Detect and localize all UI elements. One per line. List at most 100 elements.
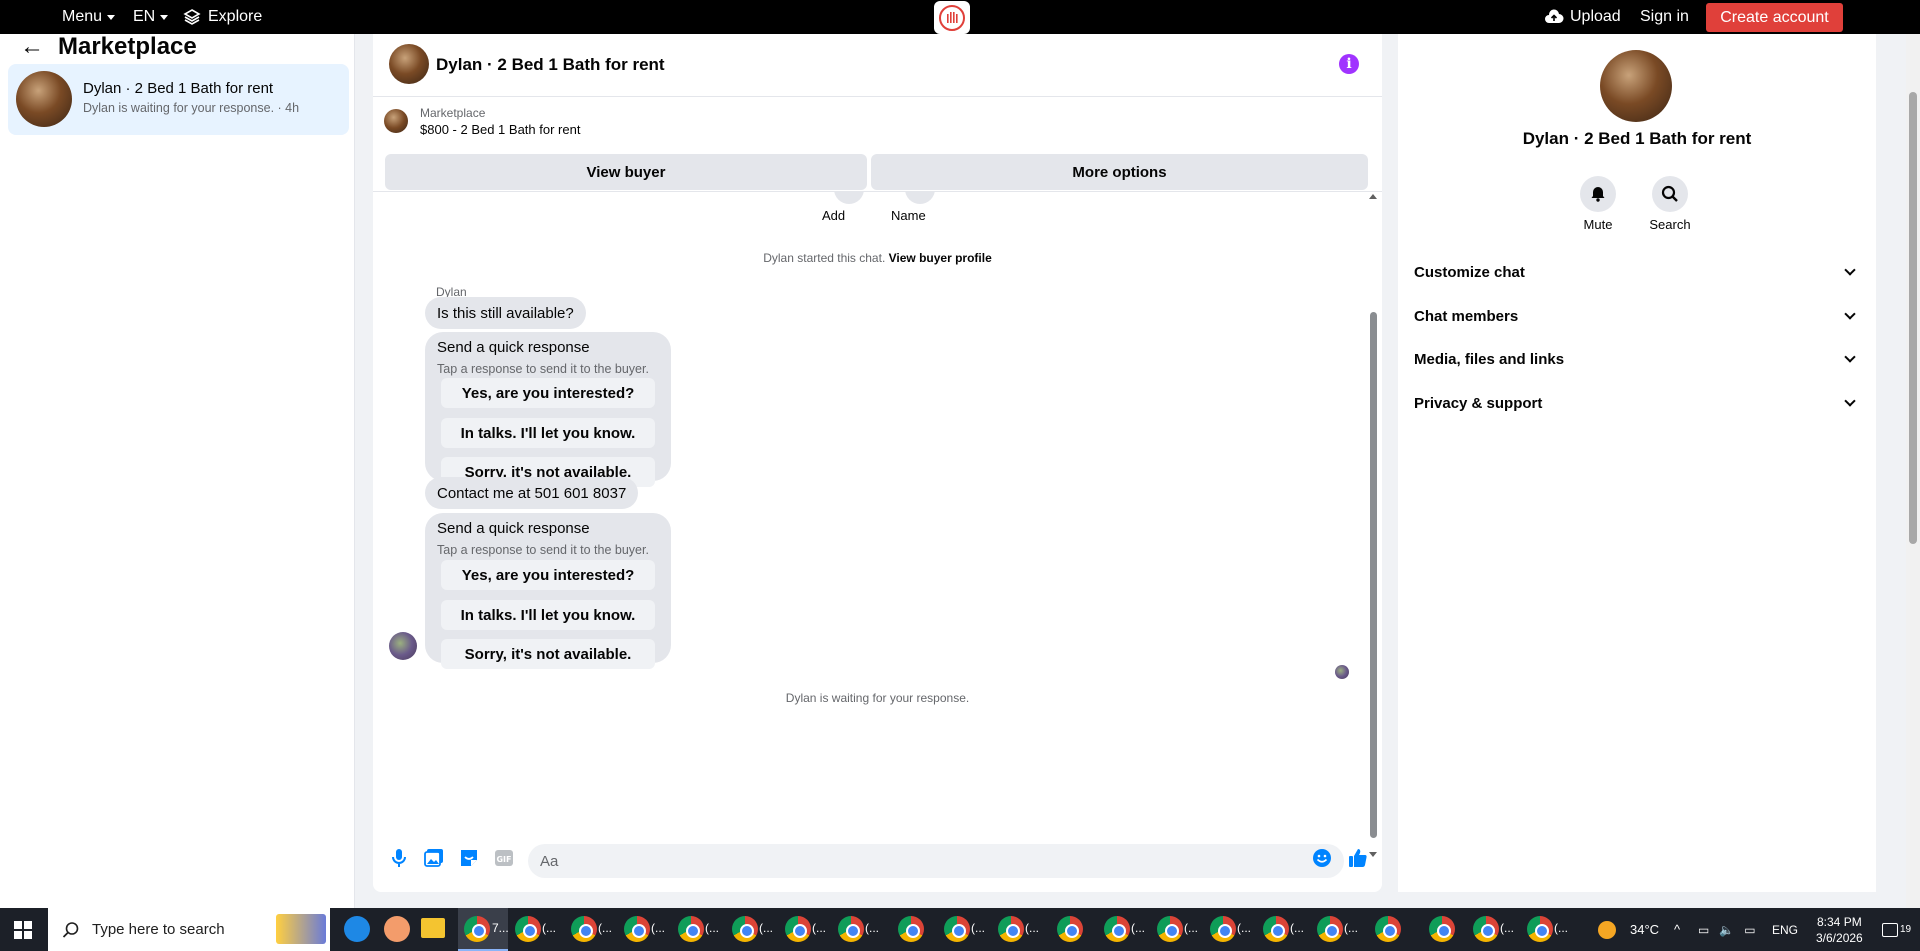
windows-start-button[interactable] — [0, 908, 46, 951]
chrome-icon[interactable] — [998, 916, 1024, 942]
privacy-support-section[interactable]: Privacy & support — [1414, 385, 1860, 421]
tray-chevron-up-icon[interactable]: ^ — [1674, 908, 1680, 951]
create-account-button[interactable]: Create account — [1706, 3, 1843, 32]
taskbar-app-label: (... — [1290, 921, 1304, 935]
menu-dropdown[interactable]: Menu — [62, 0, 116, 34]
add-label: Add — [822, 208, 846, 223]
chevron-down-icon — [160, 14, 169, 20]
section-label: Chat members — [1414, 307, 1519, 325]
thumbs-up-icon[interactable] — [1346, 846, 1370, 870]
edit-name-icon[interactable] — [905, 192, 935, 204]
sticker-icon[interactable] — [457, 846, 481, 870]
more-options-button[interactable]: More options — [871, 154, 1368, 190]
chat-title[interactable]: Dylan · 2 Bed 1 Bath for rent — [436, 55, 665, 75]
message-input[interactable] — [528, 844, 1344, 878]
chrome-icon[interactable] — [1157, 916, 1183, 942]
listing-thumbnail[interactable] — [384, 109, 408, 133]
add-person-icon[interactable] — [834, 192, 864, 204]
chrome-icon[interactable] — [785, 916, 811, 942]
site-logo[interactable] — [934, 1, 970, 34]
chrome-icon[interactable] — [1375, 916, 1401, 942]
chevron-down-icon — [1844, 264, 1856, 276]
taskbar-app-label: 7... — [492, 921, 509, 935]
view-buyer-profile-link[interactable]: View buyer profile — [889, 251, 992, 265]
chrome-icon[interactable] — [1057, 916, 1083, 942]
chrome-icon[interactable] — [571, 916, 597, 942]
input-language[interactable]: ENG — [1772, 908, 1798, 951]
conversation-item[interactable]: Dylan · 2 Bed 1 Bath for rent Dylan is w… — [8, 64, 349, 135]
chrome-icon[interactable] — [838, 916, 864, 942]
chrome-icon[interactable] — [624, 916, 650, 942]
photo-icon[interactable] — [422, 846, 446, 870]
chrome-icon[interactable] — [1429, 916, 1455, 942]
sign-in-link[interactable]: Sign in — [1640, 0, 1689, 34]
chrome-icon — [464, 916, 490, 942]
quick-response-option[interactable]: Yes, are you interested? — [441, 560, 655, 590]
listing-description[interactable]: $800 - 2 Bed 1 Bath for rent — [420, 122, 580, 137]
edge-browser-icon[interactable] — [344, 916, 370, 942]
language-label: EN — [133, 8, 156, 25]
clock[interactable]: 8:34 PM 3/6/2026 — [1816, 908, 1863, 951]
clock-time: 8:34 PM — [1817, 914, 1862, 929]
chrome-icon[interactable] — [1527, 916, 1553, 942]
tray-system-icons[interactable]: ▭ 🔈 ▭ — [1698, 908, 1756, 951]
taskbar-app-label: (... — [651, 921, 665, 935]
back-arrow-icon[interactable]: ← — [20, 35, 44, 59]
chat-scrollbar[interactable] — [1368, 194, 1378, 864]
notifications-button[interactable]: 19 — [1882, 908, 1911, 951]
sender-avatar[interactable] — [389, 632, 417, 660]
weather-widget[interactable]: 34°C — [1598, 908, 1659, 951]
taskbar-search-box[interactable]: Type here to search — [48, 908, 330, 951]
search-action[interactable]: Search — [1640, 176, 1700, 232]
chat-avatar[interactable] — [389, 44, 429, 84]
page-scroll-thumb[interactable] — [1909, 92, 1917, 544]
chrome-icon[interactable] — [1473, 916, 1499, 942]
taskbar-active-app[interactable]: 7... — [458, 908, 509, 951]
app-icon[interactable] — [384, 916, 410, 942]
taskbar-search-placeholder: Type here to search — [92, 921, 225, 938]
chrome-icon[interactable] — [944, 916, 970, 942]
chevron-down-icon — [1844, 395, 1856, 407]
upload-label: Upload — [1570, 8, 1621, 25]
chrome-icon[interactable] — [898, 916, 924, 942]
message-thread: Add Name Dylan started this chat. View b… — [373, 192, 1382, 812]
windows-logo-icon — [14, 920, 32, 939]
chrome-icon[interactable] — [732, 916, 758, 942]
microphone-icon[interactable] — [387, 846, 411, 870]
mute-action[interactable]: Mute — [1568, 176, 1628, 232]
customize-chat-section[interactable]: Customize chat — [1414, 254, 1860, 290]
quick-response-option[interactable]: Yes, are you interested? — [441, 378, 655, 408]
notification-count: 19 — [1900, 924, 1912, 935]
explore-link[interactable]: Explore — [183, 0, 262, 34]
media-files-section[interactable]: Media, files and links — [1414, 341, 1860, 377]
view-buyer-button[interactable]: View buyer — [385, 154, 867, 190]
chrome-icon[interactable] — [1104, 916, 1130, 942]
scroll-up-arrow-icon[interactable] — [1369, 194, 1377, 199]
quick-response-option[interactable]: In talks. I'll let you know. — [441, 600, 655, 630]
gif-icon[interactable]: GIF — [492, 846, 516, 870]
scroll-thumb[interactable] — [1370, 312, 1377, 838]
layers-icon — [183, 9, 201, 25]
chrome-icon[interactable] — [515, 916, 541, 942]
weather-sun-icon — [1598, 920, 1616, 939]
chat-members-section[interactable]: Chat members — [1414, 298, 1860, 334]
quick-response-option[interactable]: Sorry, it's not available. — [441, 639, 655, 669]
section-label: Media, files and links — [1414, 350, 1565, 368]
search-icon — [62, 921, 79, 938]
sidebar-header: ← Marketplace — [20, 34, 197, 60]
chrome-icon[interactable] — [1317, 916, 1343, 942]
language-dropdown[interactable]: EN — [133, 0, 169, 34]
profile-avatar[interactable] — [1600, 50, 1672, 122]
chat-started-text: Dylan started this chat. — [763, 251, 886, 265]
page-scrollbar[interactable] — [1906, 34, 1920, 908]
upload-link[interactable]: Upload — [1544, 0, 1621, 34]
file-explorer-icon[interactable] — [421, 918, 445, 938]
quick-response-option[interactable]: In talks. I'll let you know. — [441, 418, 655, 448]
quick-response-title: Send a quick response — [437, 520, 590, 537]
chrome-icon[interactable] — [678, 916, 704, 942]
info-icon[interactable]: i — [1339, 54, 1359, 74]
chrome-icon[interactable] — [1263, 916, 1289, 942]
listing-banner: Marketplace $800 - 2 Bed 1 Bath for rent… — [373, 98, 1382, 192]
emoji-icon[interactable] — [1310, 846, 1334, 870]
chrome-icon[interactable] — [1210, 916, 1236, 942]
